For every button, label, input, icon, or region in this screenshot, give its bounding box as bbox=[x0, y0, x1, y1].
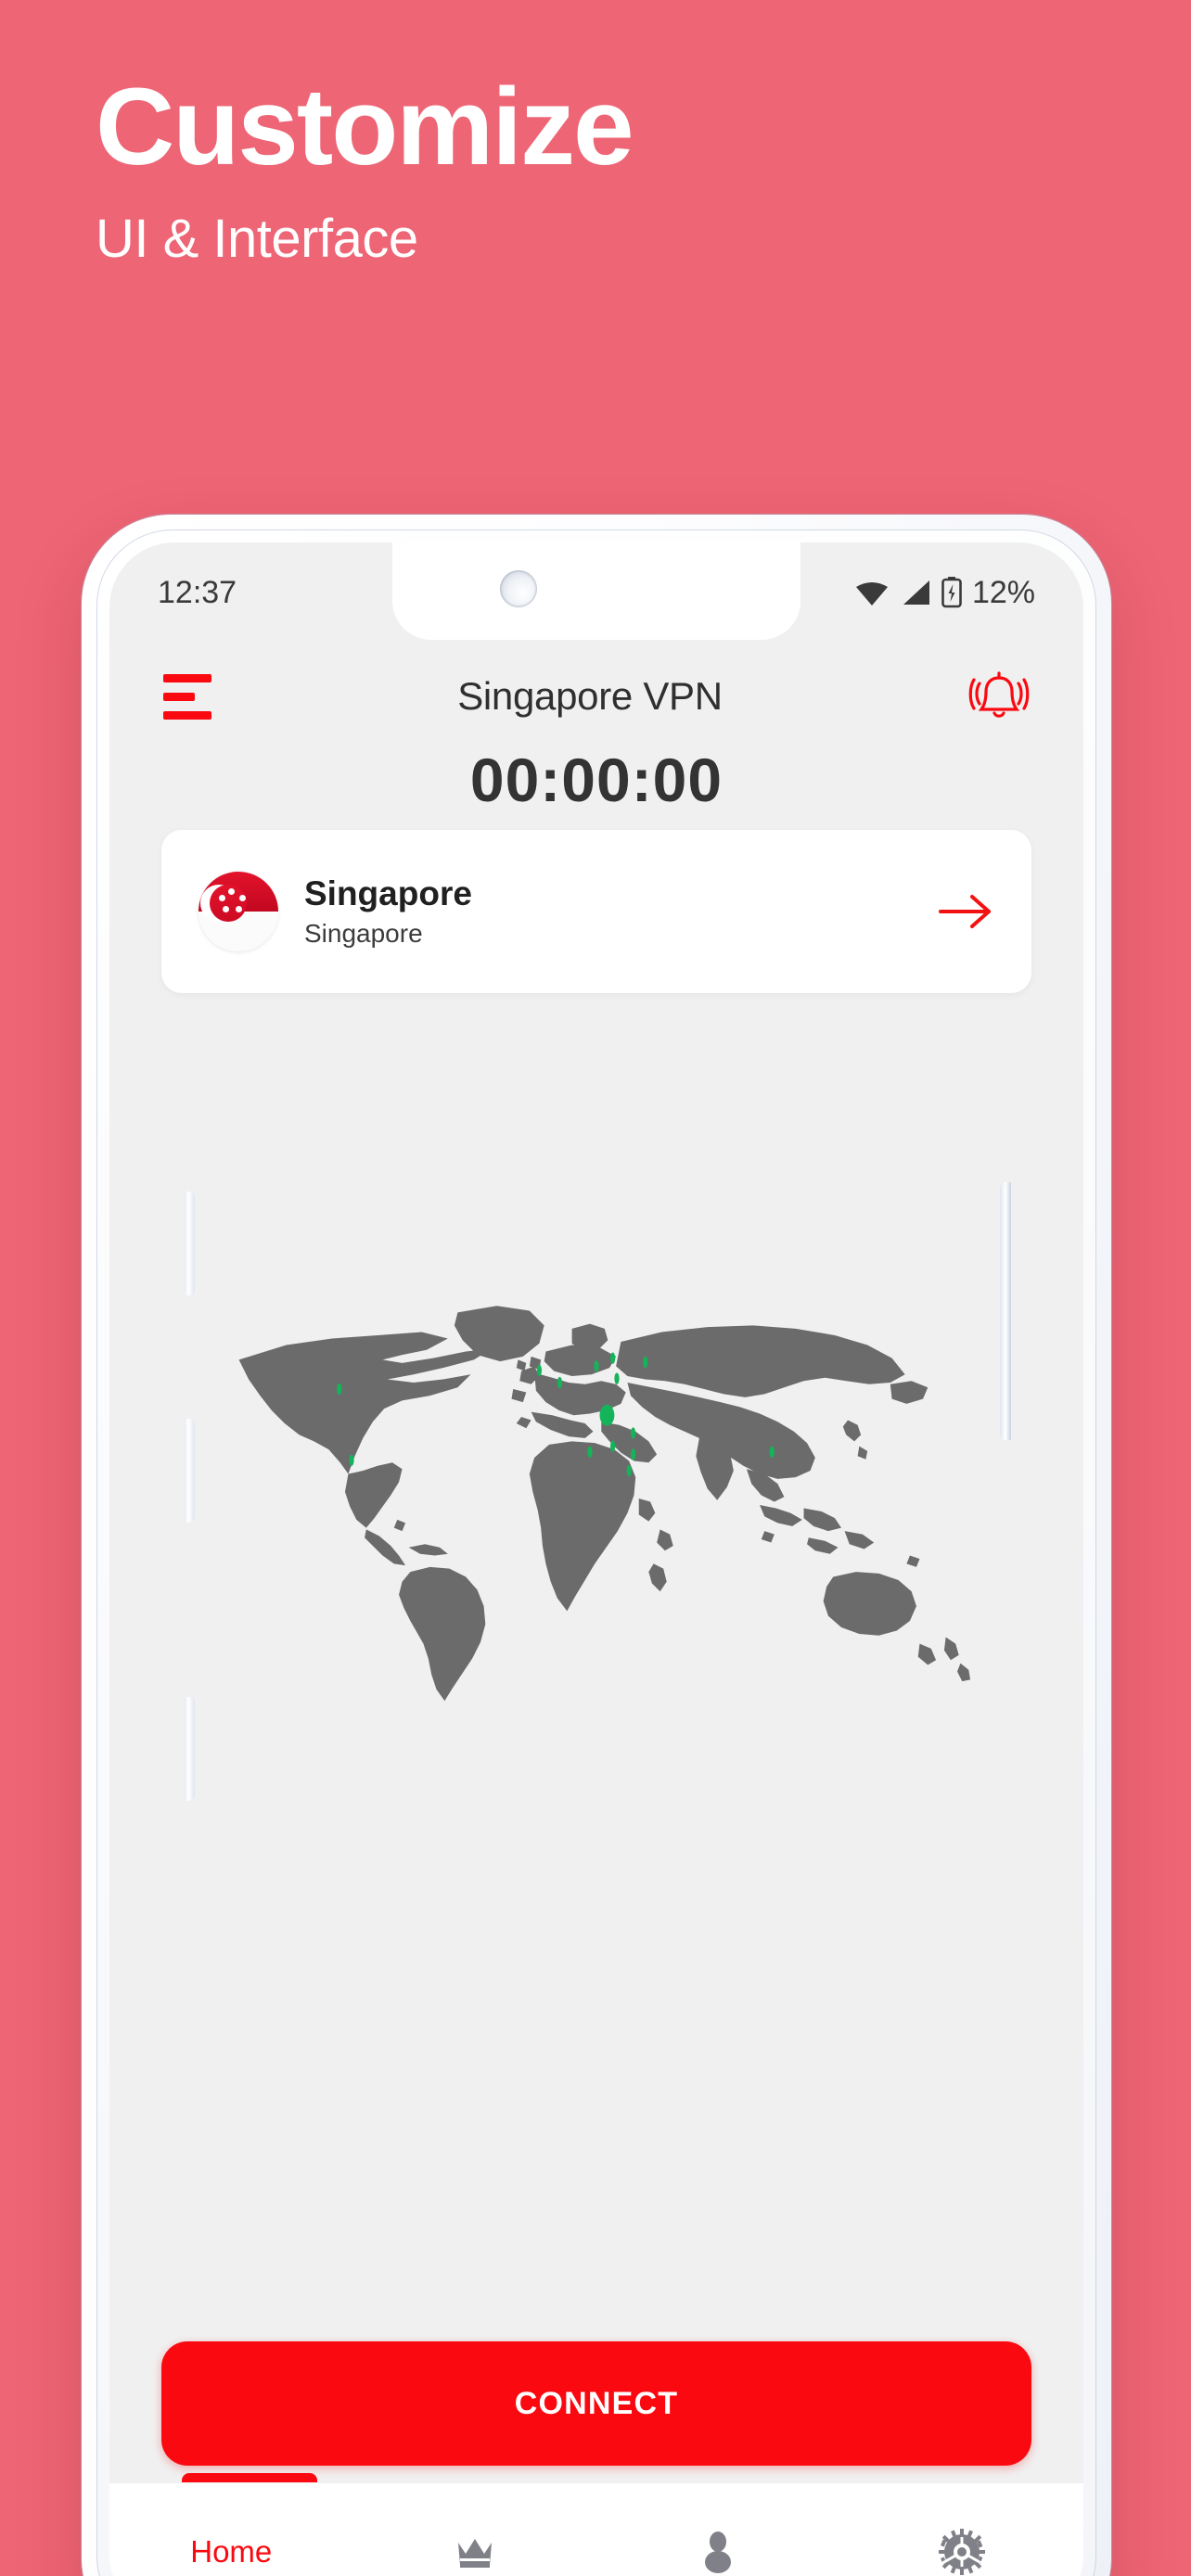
server-name: Singapore bbox=[304, 874, 472, 912]
promo-subtitle: UI & Interface bbox=[96, 209, 418, 269]
battery-icon bbox=[941, 577, 962, 608]
person-icon bbox=[694, 2528, 742, 2576]
nav-item-home[interactable]: Home bbox=[109, 2483, 353, 2576]
phone-notch bbox=[392, 542, 800, 640]
nav-item-premium[interactable] bbox=[353, 2483, 597, 2576]
phone-mockup: 12:37 12% Singapore VPN 00:00:00 Singapo… bbox=[82, 515, 1111, 2576]
arrow-right-icon[interactable] bbox=[937, 889, 994, 934]
battery-percent-label: 12% bbox=[971, 574, 1035, 610]
front-camera-icon bbox=[500, 570, 537, 607]
nav-item-settings[interactable] bbox=[840, 2483, 1084, 2576]
app-header: Singapore VPN bbox=[109, 652, 1083, 741]
crown-icon bbox=[451, 2528, 499, 2576]
connection-timer: 00:00:00 bbox=[469, 746, 724, 814]
app-title: Singapore VPN bbox=[457, 674, 723, 718]
server-info: Singapore Singapore bbox=[304, 874, 937, 950]
server-subtitle: Singapore bbox=[304, 919, 423, 949]
connect-button[interactable]: CONNECT bbox=[161, 2341, 1031, 2466]
promo-title: Customize bbox=[96, 66, 634, 188]
status-bar-indicators: 12% bbox=[854, 575, 1035, 611]
phone-bezel: 12:37 12% Singapore VPN 00:00:00 Singapo… bbox=[96, 529, 1096, 2576]
nav-item-account[interactable] bbox=[596, 2483, 840, 2576]
bottom-navigation: Home bbox=[109, 2482, 1083, 2576]
singapore-flag-icon bbox=[198, 872, 278, 951]
world-map bbox=[109, 1117, 1083, 1859]
phone-screen: 12:37 12% Singapore VPN 00:00:00 Singapo… bbox=[109, 542, 1083, 2576]
status-bar-time: 12:37 bbox=[158, 574, 237, 610]
promo-header: Customize UI & Interface bbox=[0, 0, 1191, 270]
gear-icon bbox=[938, 2528, 986, 2576]
ringing-bell-icon[interactable] bbox=[968, 668, 1030, 725]
server-selection-card[interactable]: Singapore Singapore bbox=[161, 830, 1031, 993]
hamburger-menu-icon[interactable] bbox=[163, 673, 211, 720]
wifi-icon bbox=[854, 579, 890, 606]
nav-home-label: Home bbox=[190, 2533, 273, 2569]
cellular-signal-icon bbox=[900, 579, 931, 606]
